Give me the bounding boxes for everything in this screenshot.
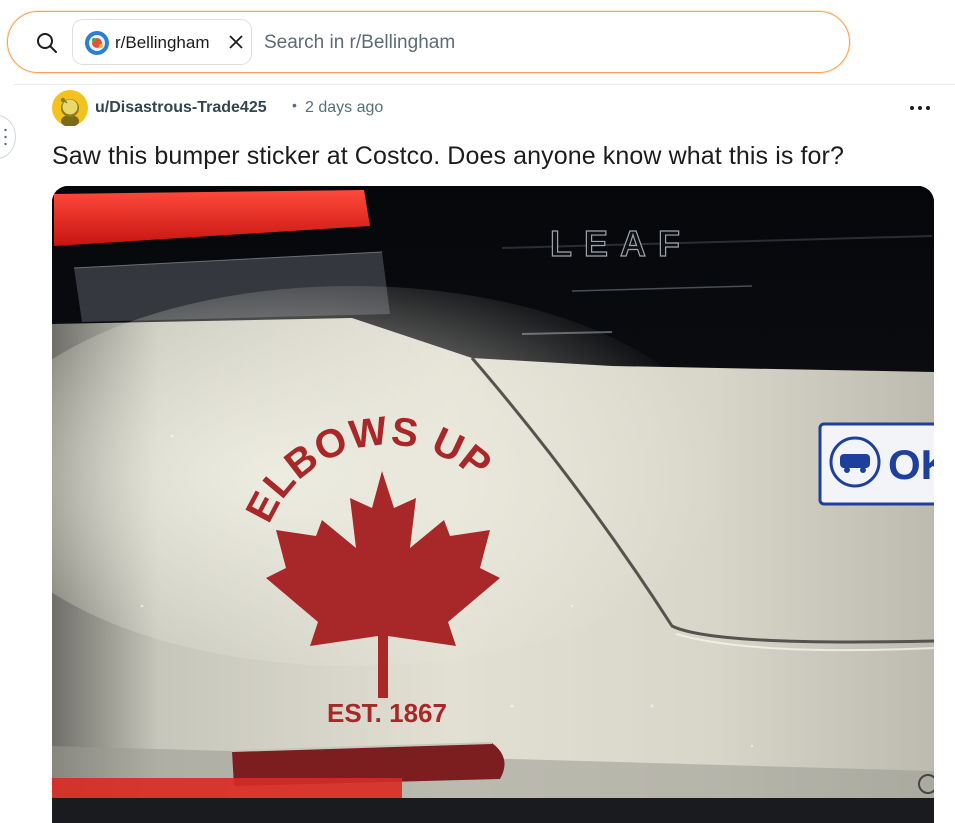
car-badge: LEAF [550, 223, 692, 264]
search-bar[interactable]: r/Bellingham [7, 11, 850, 73]
bumper-sticker-photo: LEAF OK ELBOWS UP [52, 186, 934, 823]
user-avatar-icon[interactable] [52, 90, 88, 126]
ev-plate-sticker: OK [818, 422, 934, 506]
community-avatar-icon [85, 31, 109, 55]
search-input[interactable] [264, 26, 824, 60]
meta-separator: • [292, 97, 297, 113]
post-title[interactable]: Saw this bumper sticker at Costco. Does … [52, 142, 844, 171]
more-horizontal-icon[interactable] [905, 98, 935, 118]
header-divider [14, 84, 955, 85]
post-image[interactable]: LEAF OK ELBOWS UP [52, 186, 934, 823]
community-filter-chip[interactable]: r/Bellingham [72, 19, 252, 65]
dots-vertical-icon [4, 128, 7, 146]
plate-sticker-text: OK [888, 441, 934, 488]
post-author[interactable]: u/Disastrous-Trade425 [95, 99, 267, 117]
search-icon[interactable] [35, 31, 59, 55]
community-chip-label: r/Bellingham [115, 33, 210, 52]
post-time: 2 days ago [305, 99, 384, 116]
sticker-est-text: EST. 1867 [327, 698, 447, 728]
collapse-button[interactable] [0, 115, 16, 159]
close-icon[interactable] [228, 34, 244, 50]
